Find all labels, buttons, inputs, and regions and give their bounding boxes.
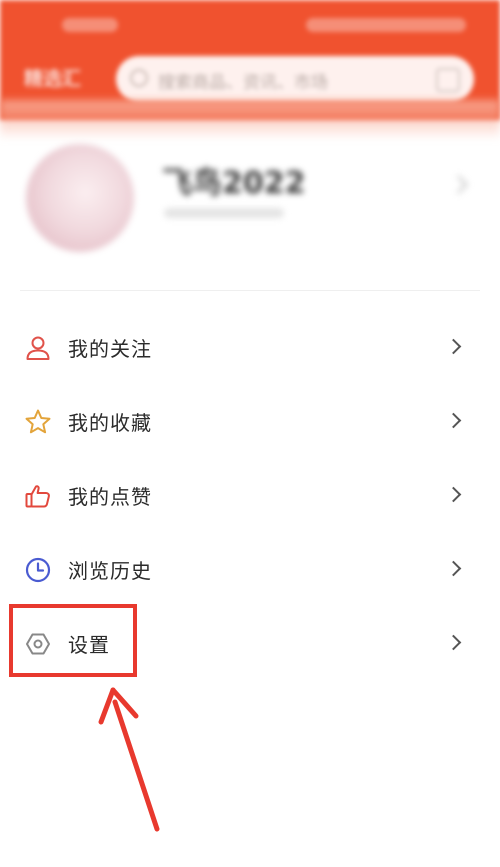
clock-icon (25, 557, 51, 583)
user-icon (26, 336, 50, 360)
divider (20, 290, 480, 291)
chevron-right-icon (445, 634, 462, 651)
menu-item-favorites[interactable]: 我的收藏 (0, 392, 500, 452)
profile-card[interactable]: 飞鸟2022 (0, 130, 500, 290)
annotation-highlight-box (9, 604, 137, 677)
menu-item-follow[interactable]: 我的关注 (0, 318, 500, 378)
header-title: 精选汇 (24, 68, 82, 90)
chevron-right-icon (445, 560, 462, 577)
search-icon (130, 69, 148, 87)
menu-item-history[interactable]: 浏览历史 (0, 540, 500, 600)
search-input[interactable]: 搜索商品、资讯、市场 (116, 56, 474, 102)
menu-item-label: 我的关注 (68, 337, 152, 361)
status-time (62, 18, 118, 32)
thumbs-up-icon (25, 485, 50, 508)
star-icon (25, 409, 51, 434)
profile-subtitle (164, 208, 284, 218)
status-indicators (306, 18, 466, 32)
chevron-right-icon (445, 338, 462, 355)
search-placeholder: 搜索商品、资讯、市场 (158, 73, 328, 93)
menu-item-label: 浏览历史 (68, 559, 152, 583)
avatar[interactable] (26, 144, 134, 252)
menu-item-label: 我的点赞 (68, 485, 152, 509)
chevron-right-icon (445, 412, 462, 429)
menu-item-label: 我的收藏 (68, 411, 152, 435)
menu-item-likes[interactable]: 我的点赞 (0, 466, 500, 526)
chevron-right-icon (445, 486, 462, 503)
scan-icon[interactable] (436, 68, 460, 92)
username: 飞鸟2022 (162, 166, 306, 201)
chevron-right-icon (449, 175, 468, 194)
